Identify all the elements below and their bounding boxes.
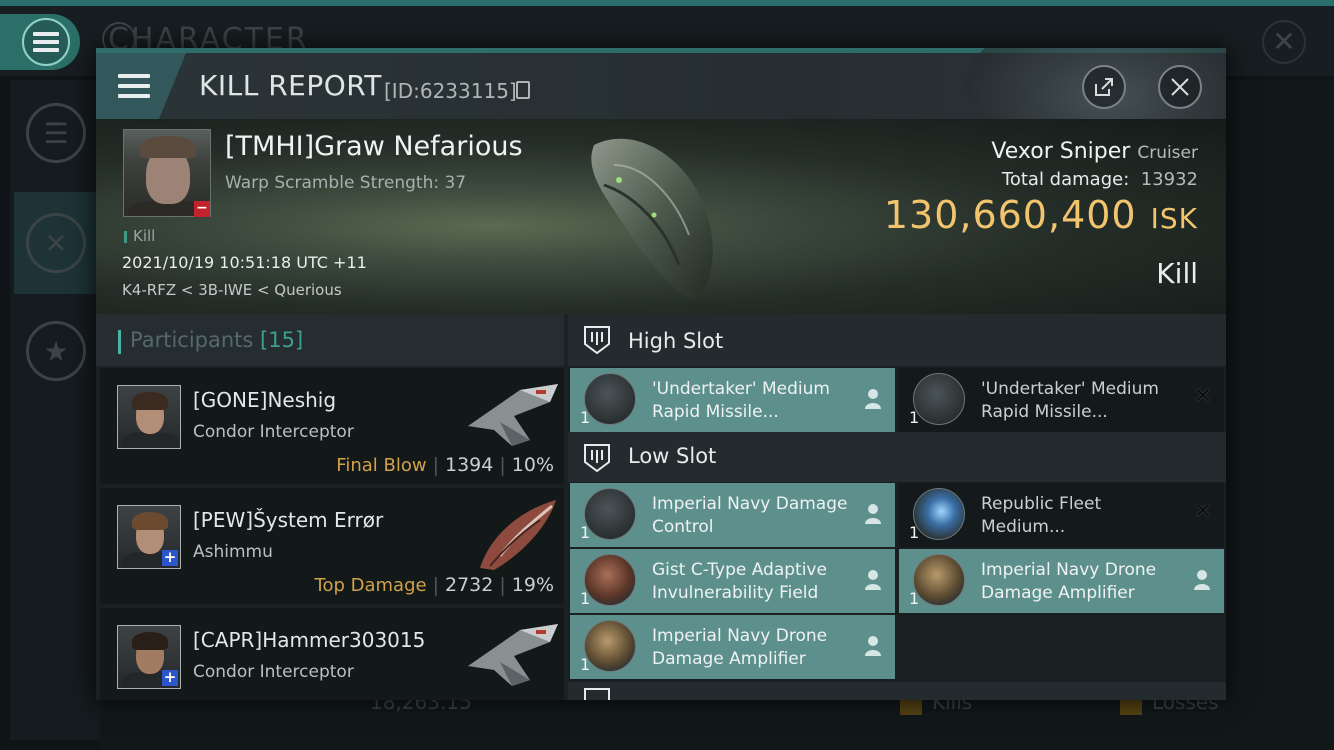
participants-label: Participants	[130, 328, 254, 352]
low-slot-header: Low Slot	[568, 432, 1226, 482]
high-slot-header: High Slot	[568, 314, 1226, 366]
module-item[interactable]: 1 Republic Fleet Medium... ✕	[899, 483, 1224, 547]
module-item[interactable]: 1 Imperial Navy Drone Damage Amplifier	[570, 615, 895, 679]
drone-amplifier-icon	[913, 554, 965, 606]
copy-id-icon[interactable]	[516, 81, 530, 99]
low-slot-label: Low Slot	[628, 444, 717, 468]
sidebar-menu-icon[interactable]: ☰	[14, 82, 98, 184]
close-icon	[1171, 78, 1189, 96]
fitting-panel: High Slot 1 'Undertaker' Medium Rapid Mi…	[568, 314, 1226, 700]
shield-field-icon	[584, 554, 636, 606]
participant-portrait[interactable]	[117, 385, 181, 449]
module-name: Imperial Navy Drone Damage Amplifier	[981, 560, 1157, 603]
main-menu-button[interactable]	[0, 14, 80, 70]
module-quantity: 1	[580, 408, 591, 427]
module-quantity: 1	[909, 408, 920, 427]
module-name: Gist C-Type Adaptive Invulnerability Fie…	[652, 560, 827, 603]
participant-row[interactable]: [GONE]Neshig Condor Interceptor Final Bl…	[100, 368, 564, 484]
high-slot-icon	[584, 326, 610, 355]
participant-stats: Top Damage | 2732 | 19%	[314, 574, 554, 596]
low-slot-icon	[584, 444, 610, 473]
module-quantity: 1	[580, 655, 591, 674]
victim-ship[interactable]: Vexor Sniper Cruiser	[991, 139, 1198, 164]
slot-icon	[584, 688, 610, 700]
fitted-person-icon	[865, 570, 881, 590]
sidebar-star-icon[interactable]: ★	[14, 300, 98, 402]
close-button[interactable]	[1158, 65, 1202, 109]
background-close-icon[interactable]: ✕	[1262, 20, 1306, 64]
module-item[interactable]: 1 Imperial Navy Drone Damage Amplifier	[899, 549, 1224, 613]
participant-ship-image	[480, 500, 556, 570]
module-name: 'Undertaker' Medium Rapid Missile...	[981, 379, 1159, 422]
hamburger-icon	[118, 74, 150, 98]
participant-ship-image	[468, 624, 558, 686]
destroyed-x-icon: ✕	[1193, 384, 1212, 409]
share-button[interactable]	[1082, 65, 1126, 109]
victim-banner: − [TMHI]Graw Nefarious Warp Scramble Str…	[96, 119, 1226, 314]
participant-name: [PEW]Šystem Errør	[193, 508, 384, 532]
destroyed-x-icon: ✕	[1193, 499, 1212, 524]
main-menu-icon	[22, 18, 70, 66]
participant-row[interactable]: + [PEW]Šystem Errør Ashimmu Top Damage | 2…	[100, 488, 564, 604]
victim-name[interactable]: [TMHI]Graw Nefarious	[225, 131, 523, 162]
kill-result: Kill	[1156, 257, 1198, 290]
module-name: Imperial Navy Damage Control	[652, 494, 848, 537]
module-quantity: 1	[909, 589, 920, 608]
standing-plus-icon: +	[162, 548, 178, 566]
module-name: Imperial Navy Drone Damage Amplifier	[652, 626, 828, 669]
high-slot-label: High Slot	[628, 329, 724, 353]
fitted-person-icon	[1194, 570, 1210, 590]
republic-fleet-module-icon	[913, 488, 965, 540]
kill-id: [ID:6233115]	[384, 79, 517, 103]
module-name: 'Undertaker' Medium Rapid Missile...	[652, 379, 830, 422]
participants-count: [15]	[260, 328, 304, 352]
kill-report-modal: KILL REPORT [ID:6233115] − [TMHI]Graw Ne…	[96, 48, 1226, 700]
modal-title: KILL REPORT	[199, 69, 382, 102]
modal-menu-button[interactable]	[96, 53, 186, 119]
drone-amplifier-icon	[584, 620, 636, 672]
damage-control-icon	[584, 488, 636, 540]
next-slot-header	[568, 682, 1226, 700]
launcher-icon	[913, 373, 965, 425]
warp-scramble-strength: Warp Scramble Strength: 37	[225, 173, 467, 193]
fitted-person-icon	[865, 389, 881, 409]
module-quantity: 1	[580, 589, 591, 608]
participant-ship-image	[468, 384, 558, 446]
module-item[interactable]: 1 Imperial Navy Damage Control	[570, 483, 895, 547]
module-quantity: 1	[580, 523, 591, 542]
participants-panel: Participants [15] [GONE]Neshig Condor In…	[96, 314, 564, 700]
standing-minus-icon: −	[194, 201, 210, 217]
module-quantity: 1	[909, 523, 920, 542]
module-item[interactable]: 1 'Undertaker' Medium Rapid Missile... ✕	[899, 368, 1224, 432]
module-name: Republic Fleet Medium...	[981, 494, 1102, 537]
kill-location[interactable]: K4-RFZ < 3B-IWE < Querious	[122, 281, 342, 299]
isk-value: 130,660,400 ISK	[883, 193, 1198, 237]
participant-name: [CAPR]Hammer303015	[193, 628, 426, 652]
participants-header[interactable]: Participants [15]	[96, 314, 564, 366]
participant-ship: Ashimmu	[193, 542, 273, 562]
participant-ship: Condor Interceptor	[193, 662, 354, 682]
fitted-person-icon	[865, 636, 881, 656]
module-item[interactable]: 1 Gist C-Type Adaptive Invulnerability F…	[570, 549, 895, 613]
standing-plus-icon: +	[162, 668, 178, 686]
participant-ship: Condor Interceptor	[193, 422, 354, 442]
participant-stats: Final Blow | 1394 | 10%	[336, 454, 554, 476]
modal-header: KILL REPORT [ID:6233115]	[96, 48, 1226, 153]
total-damage: Total damage: 13932	[1001, 169, 1198, 190]
participant-row[interactable]: + [CAPR]Hammer303015 Condor Interceptor	[100, 608, 564, 700]
kill-tag: Kill	[124, 227, 155, 245]
victim-ship-image[interactable]	[574, 125, 734, 305]
fitted-person-icon	[865, 504, 881, 524]
kill-datetime: 2021/10/19 10:51:18 UTC +11	[122, 253, 367, 272]
share-icon	[1095, 78, 1113, 96]
launcher-icon	[584, 373, 636, 425]
module-item[interactable]: 1 'Undertaker' Medium Rapid Missile...	[570, 368, 895, 432]
sidebar-combat-icon[interactable]: ✕	[14, 192, 98, 294]
participant-name: [GONE]Neshig	[193, 388, 337, 412]
